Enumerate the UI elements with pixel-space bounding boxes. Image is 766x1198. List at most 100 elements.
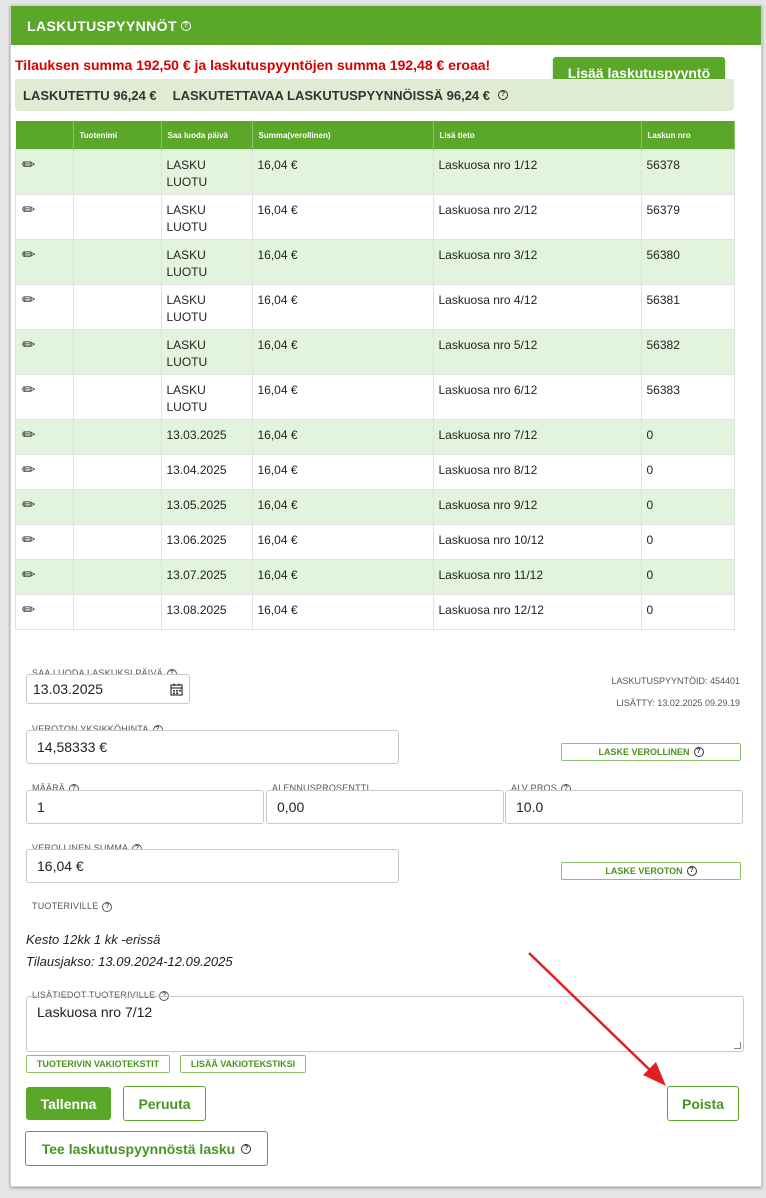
table-row[interactable]: ✏︎ 13.05.2025 16,04 € Laskuosa nro 9/12 0 [15,489,735,525]
column-header-invoice-nro[interactable]: Laskun nro [641,121,735,150]
standard-texts-button[interactable]: TUOTERIVIN VAKIOTEKSTIT [26,1055,170,1073]
help-icon[interactable]: ? [102,901,113,912]
pencil-edit-icon[interactable]: ✏︎ [22,382,35,399]
calc-gross-button[interactable]: LASKE VEROLLINEN? [561,743,741,761]
info-cell: Laskuosa nro 4/12 [432,284,642,330]
help-icon[interactable]: ? [498,90,509,100]
edit-cell: ✏︎ [15,374,74,420]
invoice-nro-cell: 0 [640,419,735,455]
table-header-row: Tuotenimi Saa luoda päivä Summa(verollin… [15,121,735,150]
gross-sum-input[interactable]: 16,04 € [26,849,399,883]
extra-info-textarea[interactable]: Laskuosa nro 7/12 [26,996,744,1052]
sum-cell: 16,04 € [251,329,434,375]
product-name-cell [72,419,162,455]
help-icon: ? [241,1143,252,1154]
invoice-nro-cell: 0 [640,594,735,630]
pencil-edit-icon[interactable]: ✏︎ [22,602,35,619]
calc-net-button[interactable]: LASKE VEROTON? [561,862,741,880]
duration-text: Kesto 12kk 1 kk -erissä [26,932,161,947]
panel-header: LASKUTUSPYYNNÖT ? [11,6,761,45]
edit-cell: ✏︎ [15,489,74,525]
product-row-label: TUOTERIVILLE? [32,901,113,912]
pencil-edit-icon[interactable]: ✏︎ [22,292,35,309]
pencil-edit-icon[interactable]: ✏︎ [22,532,35,549]
invoice-nro-cell: 56381 [640,284,735,330]
edit-cell: ✏︎ [15,149,74,195]
info-cell: Laskuosa nro 3/12 [432,239,642,285]
table-row[interactable]: ✏︎ 13.03.2025 16,04 € Laskuosa nro 7/12 0 [15,419,735,455]
info-cell: Laskuosa nro 9/12 [432,489,642,525]
pencil-edit-icon[interactable]: ✏︎ [22,567,35,584]
table-row[interactable]: ✏︎ 13.07.2025 16,04 € Laskuosa nro 11/12 0 [15,559,735,595]
invoice-nro-cell: 56379 [640,194,735,240]
sum-cell: 16,04 € [251,149,434,195]
pencil-edit-icon[interactable]: ✏︎ [22,427,35,444]
table-row[interactable]: ✏︎ LASKU LUOTU 16,04 € Laskuosa nro 6/12 563… [15,374,735,420]
added-timestamp: LISÄTTY: 13.02.2025 09.29.19 [616,698,740,708]
invoice-nro-cell: 56378 [640,149,735,195]
pencil-edit-icon[interactable]: ✏︎ [22,497,35,514]
table-row[interactable]: ✏︎ 13.06.2025 16,04 € Laskuosa nro 10/12 0 [15,524,735,560]
sum-cell: 16,04 € [251,489,434,525]
table-row[interactable]: ✏︎ 13.04.2025 16,04 € Laskuosa nro 8/12 0 [15,454,735,490]
invoice-nro-cell: 56382 [640,329,735,375]
column-header-product[interactable]: Tuotenimi [73,121,162,150]
info-cell: Laskuosa nro 7/12 [432,419,642,455]
create-date-input[interactable]: 13.03.2025 [26,674,164,704]
product-name-cell [72,329,162,375]
save-button[interactable]: Tallenna [26,1087,111,1120]
edit-cell: ✏︎ [15,419,74,455]
info-cell: Laskuosa nro 6/12 [432,374,642,420]
product-name-cell [72,284,162,330]
table-row[interactable]: ✏︎ LASKU LUOTU 16,04 € Laskuosa nro 1/12 563… [15,149,735,195]
help-icon[interactable]: ? [180,20,191,31]
product-name-cell [72,194,162,240]
billing-summary-bar: LASKUTETTU 96,24 € LASKUTETTAVAA LASKUTU… [15,79,734,111]
create-date-cell: LASKU LUOTU [160,194,253,240]
cancel-button[interactable]: Peruuta [123,1086,206,1121]
edit-cell: ✏︎ [15,559,74,595]
quantity-input[interactable]: 1 [26,790,264,824]
info-cell: Laskuosa nro 1/12 [432,149,642,195]
info-cell: Laskuosa nro 12/12 [432,594,642,630]
sum-cell: 16,04 € [251,559,434,595]
help-icon: ? [693,747,704,757]
column-header-sum[interactable]: Summa(verollinen) [252,121,434,150]
pencil-edit-icon[interactable]: ✏︎ [22,462,35,479]
unit-price-input[interactable]: 14,58333 € [26,730,399,764]
create-date-cell: 13.08.2025 [160,594,253,630]
make-invoice-button[interactable]: Tee laskutuspyynnöstä lasku? [25,1131,268,1166]
pencil-edit-icon[interactable]: ✏︎ [22,337,35,354]
column-header-date[interactable]: Saa luoda päivä [161,121,253,150]
table-row[interactable]: ✏︎ 13.08.2025 16,04 € Laskuosa nro 12/12 0 [15,594,735,630]
column-header-edit [15,121,74,150]
table-row[interactable]: ✏︎ LASKU LUOTU 16,04 € Laskuosa nro 2/12 563… [15,194,735,240]
pencil-edit-icon[interactable]: ✏︎ [22,157,35,174]
table-row[interactable]: ✏︎ LASKU LUOTU 16,04 € Laskuosa nro 4/12 563… [15,284,735,330]
pencil-edit-icon[interactable]: ✏︎ [22,202,35,219]
create-date-cell: 13.04.2025 [160,454,253,490]
sum-cell: 16,04 € [251,419,434,455]
edit-cell: ✏︎ [15,239,74,285]
resize-handle[interactable] [734,1042,741,1049]
info-cell: Laskuosa nro 8/12 [432,454,642,490]
edit-cell: ✏︎ [15,329,74,375]
create-date-cell: LASKU LUOTU [160,149,253,195]
info-cell: Laskuosa nro 2/12 [432,194,642,240]
table-row[interactable]: ✏︎ LASKU LUOTU 16,04 € Laskuosa nro 3/12 563… [15,239,735,285]
vat-input[interactable]: 10.0 [505,790,743,824]
edit-cell: ✏︎ [15,594,74,630]
invoice-nro-cell: 56380 [640,239,735,285]
calendar-icon[interactable] [163,674,190,704]
add-standard-text-button[interactable]: LISÄÄ VAKIOTEKSTIKSI [180,1055,306,1073]
product-name-cell [72,559,162,595]
column-header-info[interactable]: Lisä tieto [433,121,642,150]
help-icon: ? [686,866,697,876]
pencil-edit-icon[interactable]: ✏︎ [22,247,35,264]
delete-button[interactable]: Poista [667,1086,739,1121]
table-row[interactable]: ✏︎ LASKU LUOTU 16,04 € Laskuosa nro 5/12 563… [15,329,735,375]
edit-cell: ✏︎ [15,454,74,490]
period-text: Tilausjakso: 13.09.2024-12.09.2025 [26,954,233,969]
discount-input[interactable]: 0,00 [266,790,504,824]
request-id: LASKUTUSPYYNTÖID: 454401 [611,676,740,686]
